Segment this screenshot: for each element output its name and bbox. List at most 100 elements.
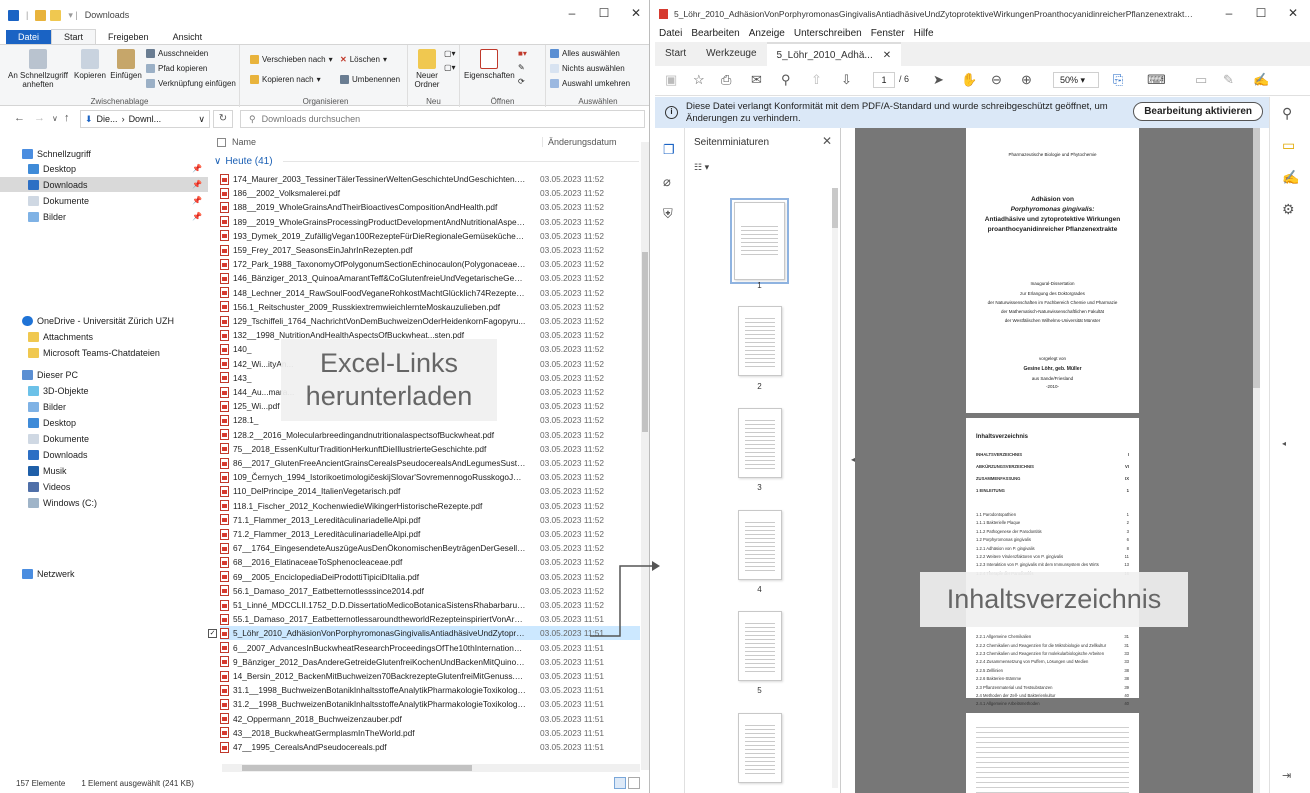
properties-quick-icon[interactable]	[35, 9, 47, 21]
thumbnail-page-3[interactable]	[738, 408, 782, 478]
select-all-button[interactable]: Alles auswählen	[550, 49, 620, 58]
toc-entry[interactable]: 1.2 Porphyromonas gingivalis 6	[976, 537, 1129, 542]
file-row[interactable]: 55.1_Damaso_2017_Eatbetternotlessaroundt…	[220, 612, 640, 626]
enable-editing-button[interactable]: Bearbeitung aktivieren	[1133, 102, 1263, 121]
toc-entry[interactable]: 2.2.4 Zusammensetzung von Puffern, Lösun…	[976, 659, 1129, 664]
file-row[interactable]: 109_Černych_1994_Istorikoetimologičeskij…	[220, 470, 640, 484]
pin-icon[interactable]: 📌	[192, 196, 202, 205]
group-header-today[interactable]: ∨ Heute (41)	[214, 156, 639, 167]
close-tab-icon[interactable]: ✕	[883, 44, 891, 66]
zoom-search-icon[interactable]: ⚲	[781, 72, 791, 88]
nav-onedrive[interactable]: OneDrive - Universität Zürich UZH	[0, 313, 208, 328]
file-row[interactable]: 110_DelPrincipe_2014_ItalienVegetarisch.…	[220, 484, 640, 498]
nav-desktop[interactable]: Desktop 📌	[0, 161, 208, 176]
up-arrow-icon[interactable]: ↑	[64, 112, 70, 124]
search-input[interactable]: ⚲ Downloads durchsuchen	[240, 110, 645, 128]
rename-button[interactable]: Umbenennen	[340, 75, 400, 84]
nav-quick-access[interactable]: Schnellzugriff	[0, 146, 208, 161]
toc-entry[interactable]: 1.2.2 Weitere Virulenzfaktoren von P. gi…	[976, 554, 1129, 559]
nav-network[interactable]: Netzwerk	[0, 566, 208, 581]
file-row[interactable]: 68__2016_ElatinaceaeToSphenocleaceae.pdf…	[220, 555, 640, 569]
nav-pc-downloads[interactable]: Downloads	[0, 447, 208, 462]
new-folder-button[interactable]: Neuer Ordner	[410, 49, 444, 89]
mail-icon[interactable]: ✉	[751, 72, 762, 88]
minimize-icon[interactable]: –	[556, 6, 588, 20]
toc-entry[interactable]: 2.2.1 Allgemeine Chemikalien 31	[976, 634, 1129, 639]
thumbnail-page-6[interactable]	[738, 713, 782, 783]
nav-videos[interactable]: Videos	[0, 479, 208, 494]
file-row[interactable]: 67__1764_EingesendeteAuszügeAusDenÖkonom…	[220, 541, 640, 555]
row-checkbox[interactable]: ✓	[208, 628, 217, 638]
file-row[interactable]: 159_Frey_2017_SeasonsEinJahrInRezepten.p…	[220, 243, 640, 257]
more-tools-icon[interactable]: ⚙	[1282, 201, 1295, 218]
menu-window[interactable]: Fenster	[871, 28, 905, 42]
nav-downloads[interactable]: Downloads 📌	[0, 177, 208, 192]
nav-pc-pictures[interactable]: Bilder	[0, 399, 208, 414]
file-row[interactable]: 146_Bänziger_2013_QuinoaAmarantTeff&CoGl…	[220, 271, 640, 285]
toc-entry[interactable]: 2.3 Pflanzenmaterial und Testsubstanzen 3…	[976, 685, 1129, 690]
delete-button[interactable]: ✕ Löschen ▾	[340, 55, 387, 64]
cut-button[interactable]: Ausschneiden	[146, 49, 208, 58]
close-panel-icon[interactable]: ✕	[822, 134, 832, 148]
menu-view[interactable]: Anzeige	[749, 28, 785, 42]
tab-start[interactable]: Start	[51, 29, 97, 44]
toc-entry[interactable]: 2.2.3 Chemikalien und Reagenzien für mol…	[976, 651, 1129, 656]
prev-page-icon[interactable]: ⇧	[811, 72, 822, 88]
pin-icon[interactable]: 📌	[192, 180, 202, 189]
file-row[interactable]: 186__2002_Volksmalerei.pdf 03.05.2023 11:…	[220, 186, 640, 200]
nav-teams-chat[interactable]: Microsoft Teams-Chatdateien	[0, 345, 208, 360]
file-row[interactable]: 148_Lechner_2014_RawSoulFoodVeganeRohkos…	[220, 286, 640, 300]
next-page-icon[interactable]: ⇩	[841, 72, 852, 88]
file-row[interactable]: 189__2019_WholeGrainsProcessingProductDe…	[220, 215, 640, 229]
pin-icon[interactable]: 📌	[192, 164, 202, 173]
document-scrollbar[interactable]	[1253, 128, 1260, 793]
page-display-icon[interactable]: ⎘	[1113, 72, 1123, 88]
zoom-tool-icon[interactable]: ⚲	[1282, 105, 1292, 122]
page-thumbnails-icon[interactable]: ❐	[663, 142, 675, 158]
back-arrow-icon[interactable]: ←	[14, 112, 25, 124]
file-row[interactable]: 31.1__1998_BuchweizenBotanikInhaltsstoff…	[220, 683, 640, 697]
file-row[interactable]: 71.2_Flammer_2013_Lereditàculinariadelle…	[220, 527, 640, 541]
security-icon[interactable]: ⛨	[663, 206, 673, 222]
scroll-thumb[interactable]	[832, 188, 838, 228]
hand-tool-icon[interactable]: ✋	[961, 72, 977, 88]
comment-tool-icon[interactable]: ▭	[1282, 137, 1295, 154]
scroll-thumb[interactable]	[1253, 128, 1260, 388]
column-date[interactable]: Änderungsdatum	[542, 137, 617, 147]
nav-pc-documents[interactable]: Dokumente	[0, 431, 208, 446]
file-row[interactable]: 118.1_Fischer_2012_KochenwiedieWikingerH…	[220, 499, 640, 513]
tab-tools[interactable]: Werkzeuge	[696, 42, 766, 66]
toc-entry[interactable]: 1.1 Parodontopathien 1	[976, 512, 1129, 517]
address-box[interactable]: ⬇ Die... › Downl... ∨	[80, 110, 210, 128]
maximize-icon[interactable]: ☐	[588, 6, 620, 20]
file-row[interactable]: 47__1995_CerealsAndPseudocereals.pdf 03.0…	[220, 740, 640, 754]
select-none-button[interactable]: Nichts auswählen	[550, 64, 625, 73]
nav-this-pc[interactable]: Dieser PC	[0, 367, 208, 382]
print-icon[interactable]: ⎙	[721, 72, 731, 88]
copy-path-button[interactable]: Pfad kopieren	[146, 64, 207, 73]
toc-entry[interactable]: 2.4 Methoden der Zell- und Bakterienkult…	[976, 693, 1129, 698]
column-name[interactable]: Name	[232, 137, 542, 147]
properties-button[interactable]: Eigenschaften	[464, 49, 515, 80]
file-row[interactable]: 56.1_Damaso_2017_Eatbetternotlesssince20…	[220, 584, 640, 598]
tiles-view-icon[interactable]	[628, 777, 640, 789]
thumbnail-page-1[interactable]	[730, 198, 789, 284]
file-row[interactable]: 42_Oppermann_2018_Buchweizenzauber.pdf 03…	[220, 712, 640, 726]
toc-entry[interactable]: ZUSAMMENFASSUNG IX	[976, 476, 1129, 481]
toc-entry[interactable]: 1.1.1 Bakterielle Plaque 2	[976, 520, 1129, 525]
zoom-select[interactable]: 50% ▾	[1053, 72, 1099, 88]
file-row[interactable]: ✓ 5_Löhr_2010_AdhäsionVonPorphyromonasGin…	[208, 626, 640, 641]
sign-icon[interactable]: ✍	[1253, 72, 1269, 88]
zoom-out-icon[interactable]: ⊖	[991, 72, 1002, 88]
details-view-icon[interactable]	[614, 777, 626, 789]
pin-quick-access-button[interactable]: An Schnellzugriff anheften	[6, 49, 70, 89]
file-row[interactable]: 156.1_Reitschuster_2009_Russkiextremwiei…	[220, 300, 640, 314]
file-row[interactable]: 31.2__1998_BuchweizenBotanikInhaltsstoff…	[220, 697, 640, 711]
paste-button[interactable]: Einfügen	[108, 49, 144, 80]
zoom-in-icon[interactable]: ⊕	[1021, 72, 1032, 88]
address-dropdown-icon[interactable]: ∨	[198, 114, 205, 125]
toc-entry[interactable]: 2.2.6 Bakterien-Stämme 38	[976, 676, 1129, 681]
file-row[interactable]: 6__2007_AdvancesInBuckwheatResearchProce…	[220, 641, 640, 655]
menu-help[interactable]: Hilfe	[914, 28, 934, 42]
thumbnail-options-icon[interactable]: ☷ ▾	[694, 162, 709, 173]
